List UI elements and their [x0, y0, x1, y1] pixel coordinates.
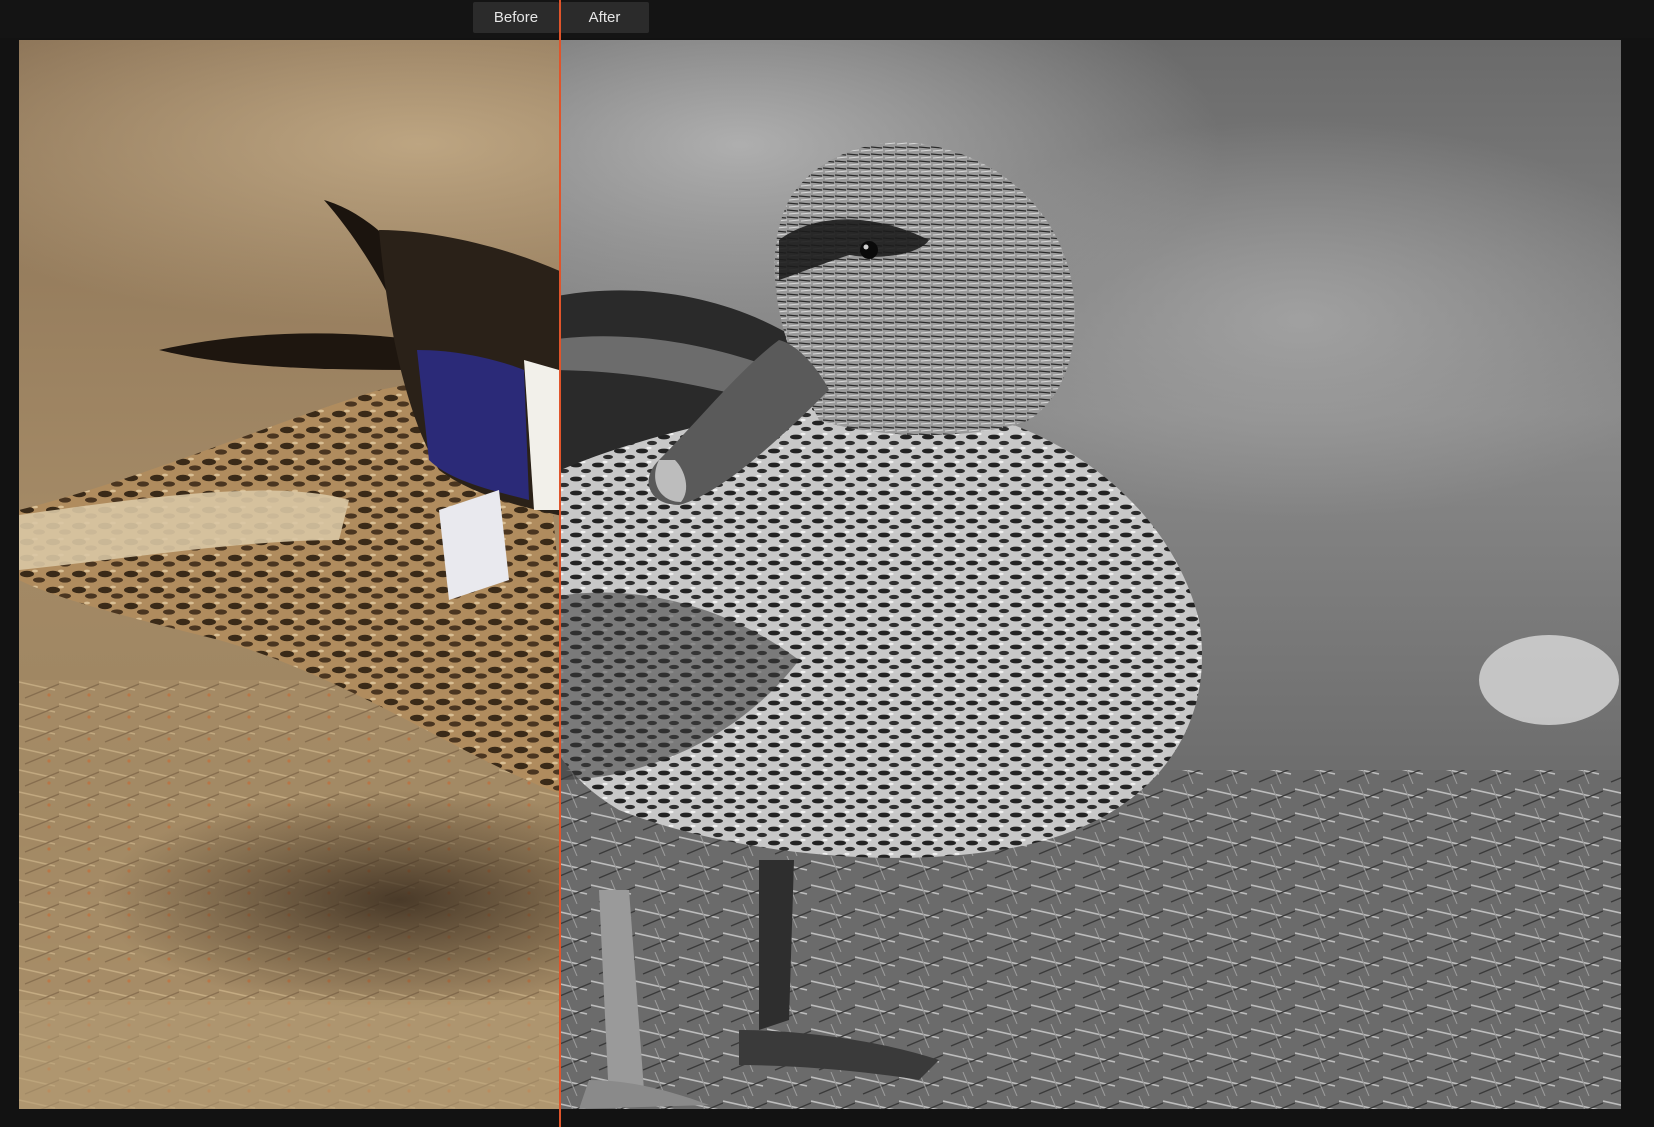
- after-tab[interactable]: After: [560, 2, 649, 33]
- split-divider-handle[interactable]: [559, 0, 561, 1127]
- image-canvas: [19, 40, 1621, 1109]
- before-pane: [19, 40, 560, 1109]
- before-tab[interactable]: Before: [473, 2, 559, 33]
- before-photo: [19, 40, 560, 1109]
- after-photo: [560, 40, 1621, 1109]
- compare-toolbar: Before After: [0, 0, 1654, 38]
- compare-view: Before After: [0, 0, 1654, 1127]
- after-pane: [560, 40, 1621, 1109]
